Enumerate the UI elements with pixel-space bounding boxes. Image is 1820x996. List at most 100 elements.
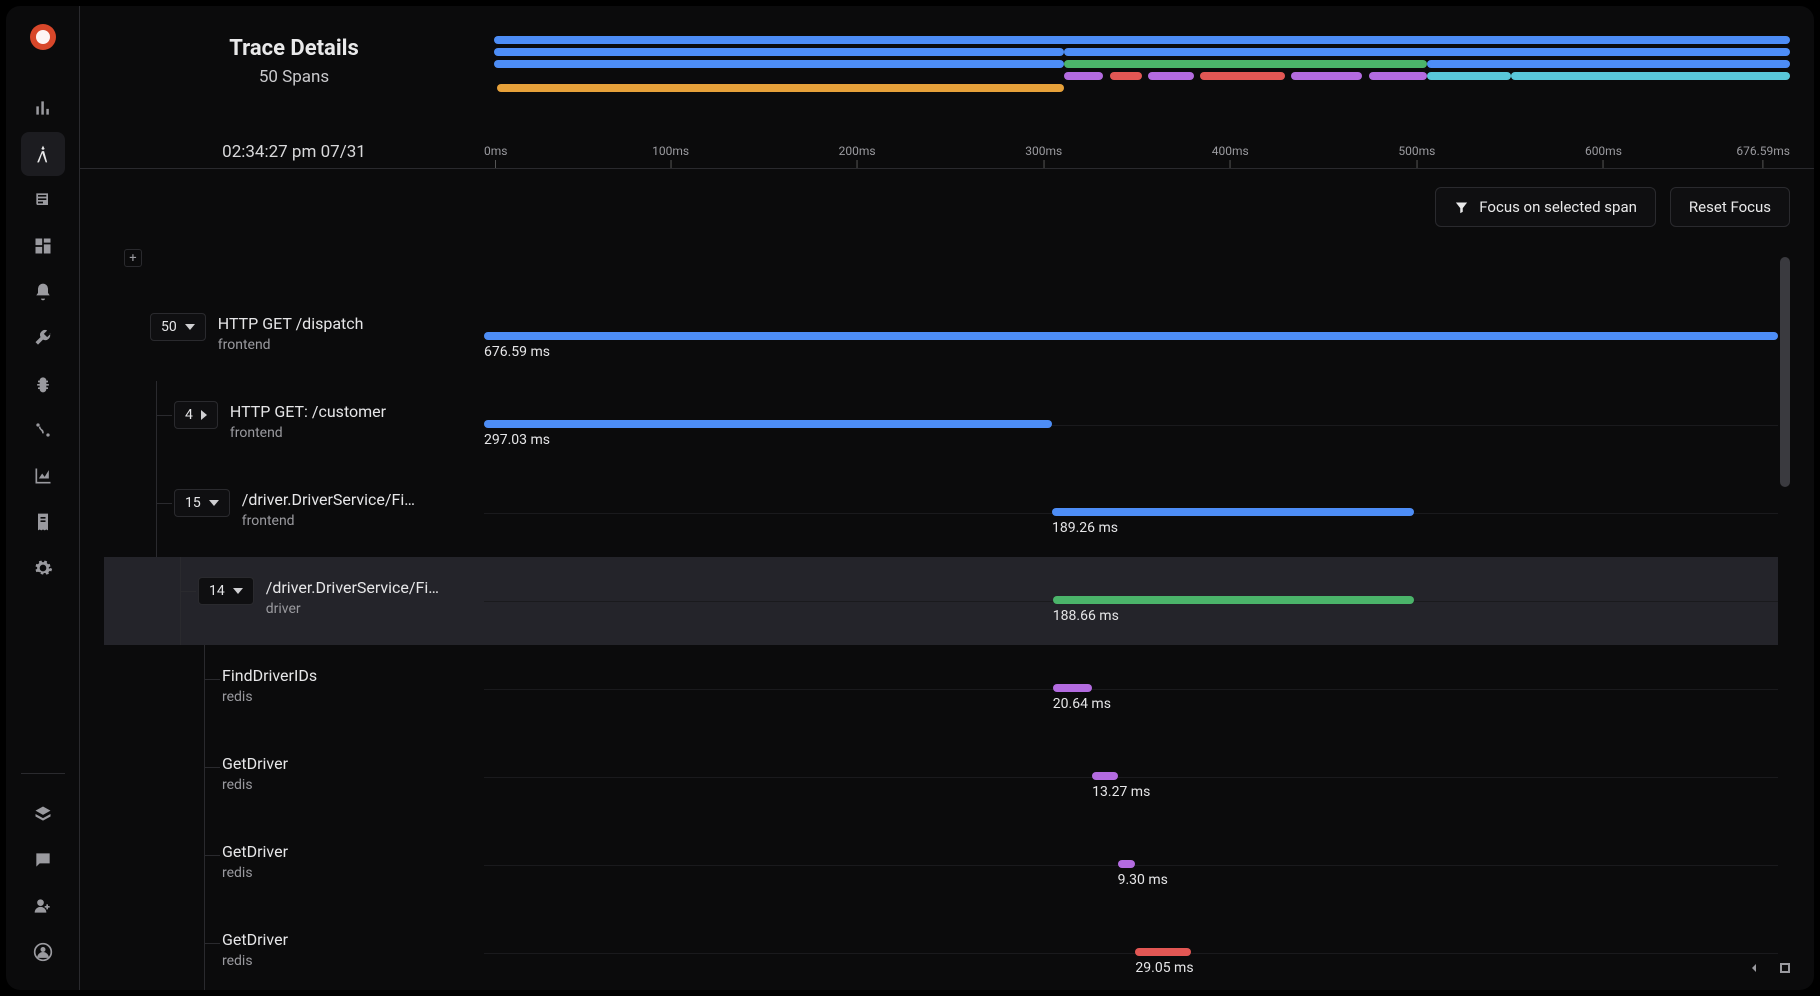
span-service: redis: [222, 689, 317, 705]
span-row[interactable]: 15/driver.DriverService/Find…frontend189…: [104, 469, 1778, 557]
span-right-cell: 189.26 ms: [484, 469, 1778, 557]
app-logo: [30, 24, 56, 50]
focus-span-button[interactable]: Focus on selected span: [1435, 187, 1656, 227]
nav-layers[interactable]: [21, 792, 65, 836]
receipt-icon: [33, 512, 53, 532]
span-children-badge[interactable]: 14: [198, 577, 254, 605]
tree-connector: [180, 591, 196, 592]
axis-tick: 300ms: [1025, 144, 1062, 168]
span-row[interactable]: 4HTTP GET: /customerfrontend297.03 ms: [104, 381, 1778, 469]
span-children-badge[interactable]: 50: [150, 313, 206, 341]
nav-dashboards[interactable]: [21, 224, 65, 268]
chevron-down-icon: [209, 500, 219, 506]
axis-tick: 676.59ms: [1736, 144, 1790, 168]
chat-icon: [33, 850, 53, 870]
span-bar[interactable]: [1135, 948, 1191, 956]
span-children-badge[interactable]: 4: [174, 401, 218, 429]
span-name: /driver.DriverService/Find…: [266, 579, 446, 597]
overview-segment: [1110, 72, 1142, 80]
chevron-left-icon[interactable]: [1746, 960, 1762, 976]
axis-tick: 500ms: [1398, 144, 1435, 168]
span-duration: 188.66 ms: [1053, 608, 1119, 624]
span-left-cell: GetDriverredis: [104, 821, 484, 909]
main-panel: Trace Details 50 Spans 02:34:27 pm 07/31…: [80, 6, 1814, 990]
axis-tick-mark: [1416, 160, 1417, 168]
nav-chat[interactable]: [21, 838, 65, 882]
tree-connector: [180, 591, 181, 645]
tree-connector: [204, 767, 220, 768]
tree-connector: [180, 557, 181, 591]
tree-connector: [156, 381, 157, 415]
reset-focus-button[interactable]: Reset Focus: [1670, 187, 1790, 227]
span-row[interactable]: GetDriverredis13.27 ms: [104, 733, 1778, 821]
nav-service-map[interactable]: [21, 408, 65, 452]
span-row[interactable]: FindDriverIDsredis20.64 ms: [104, 645, 1778, 733]
span-name: GetDriver: [222, 843, 288, 861]
axis-tick-mark: [495, 160, 496, 168]
overview-segment: [1427, 72, 1511, 80]
nav-pipelines[interactable]: [21, 362, 65, 406]
overview-lane: [494, 84, 1790, 92]
nav-alerts[interactable]: [21, 270, 65, 314]
stop-icon[interactable]: [1780, 963, 1790, 973]
badge-count: 4: [185, 407, 193, 423]
span-bar[interactable]: [484, 420, 1052, 428]
span-bar[interactable]: [1053, 596, 1414, 604]
tree-connector: [204, 943, 205, 990]
span-bar[interactable]: [1092, 772, 1117, 780]
time-axis: 0ms100ms200ms300ms400ms500ms600ms676.59m…: [484, 140, 1790, 168]
overview-segment: [1369, 72, 1427, 80]
nav-invite[interactable]: [21, 884, 65, 928]
span-left-cell: 15/driver.DriverService/Find…frontend: [104, 469, 484, 557]
nav-settings[interactable]: [21, 546, 65, 590]
span-duration: 676.59 ms: [484, 344, 550, 360]
overview-lane: [494, 60, 1790, 68]
span-name: HTTP GET: /customer: [230, 403, 386, 421]
chevron-right-icon: [201, 410, 207, 420]
span-service: frontend: [218, 337, 364, 353]
axis-tick-mark: [1763, 160, 1764, 168]
span-bar[interactable]: [484, 332, 1778, 340]
axis-tick: 0ms: [484, 144, 507, 168]
span-bar[interactable]: [1118, 860, 1136, 868]
nav-exceptions[interactable]: [21, 316, 65, 360]
trace-overview[interactable]: [494, 34, 1790, 104]
nav-billing[interactable]: [21, 500, 65, 544]
span-row[interactable]: 14/driver.DriverService/Find…driver188.6…: [104, 557, 1778, 645]
span-row[interactable]: GetDriverredis29.05 ms: [104, 909, 1778, 990]
badge-count: 14: [209, 583, 225, 599]
nav-traces[interactable]: [21, 132, 65, 176]
grid-icon: [33, 236, 53, 256]
controls-row: Focus on selected span Reset Focus: [80, 169, 1814, 227]
span-bar[interactable]: [1053, 684, 1092, 692]
user-circle-icon: [33, 942, 53, 962]
span-left-cell: GetDriverredis: [104, 733, 484, 821]
nav-usage[interactable]: [21, 454, 65, 498]
axis-tick-label: 200ms: [839, 144, 876, 158]
nav-metrics[interactable]: [21, 86, 65, 130]
overview-segment: [494, 48, 1064, 56]
badge-count: 50: [161, 319, 177, 335]
span-right-cell: 297.03 ms: [484, 381, 1778, 469]
axis-tick-label: 300ms: [1025, 144, 1062, 158]
span-bar[interactable]: [1052, 508, 1414, 516]
gear-icon: [33, 558, 53, 578]
overview-segment: [494, 36, 1790, 44]
overview-segment: [1427, 60, 1790, 68]
page-title: Trace Details: [104, 36, 484, 61]
nav-logs[interactable]: [21, 178, 65, 222]
span-row[interactable]: GetDriverredis9.30 ms: [104, 821, 1778, 909]
overview-segment: [1200, 72, 1284, 80]
span-children-badge[interactable]: 15: [174, 489, 230, 517]
focus-span-label: Focus on selected span: [1479, 198, 1637, 216]
sidebar: [6, 6, 80, 990]
trace-header: Trace Details 50 Spans: [80, 6, 1814, 104]
span-row[interactable]: 50HTTP GET /dispatchfrontend676.59 ms: [104, 293, 1778, 381]
overview-segment: [1064, 72, 1103, 80]
axis-tick: 200ms: [839, 144, 876, 168]
tree-connector: [204, 645, 205, 679]
axis-tick: 400ms: [1212, 144, 1249, 168]
nav-account[interactable]: [21, 930, 65, 974]
tree-connector: [156, 415, 172, 416]
overview-segment: [1064, 48, 1790, 56]
